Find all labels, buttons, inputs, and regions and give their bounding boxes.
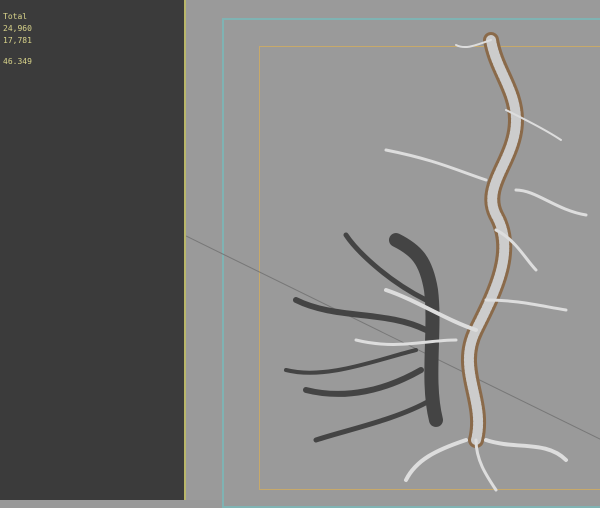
tree-model[interactable] [186, 0, 600, 500]
tree-shadow [284, 232, 443, 443]
stats-polys: 24,960 [3, 24, 32, 33]
stats-fps: 46.349 [3, 57, 32, 66]
stats-total-label: Total [3, 12, 28, 21]
stats-verts: 17,781 [3, 36, 32, 45]
statistics-panel: Total 24,960 17,781 46.349 [0, 0, 184, 500]
grid-line [186, 235, 600, 440]
tree-mesh [354, 32, 588, 492]
perspective-viewport[interactable] [184, 0, 600, 508]
